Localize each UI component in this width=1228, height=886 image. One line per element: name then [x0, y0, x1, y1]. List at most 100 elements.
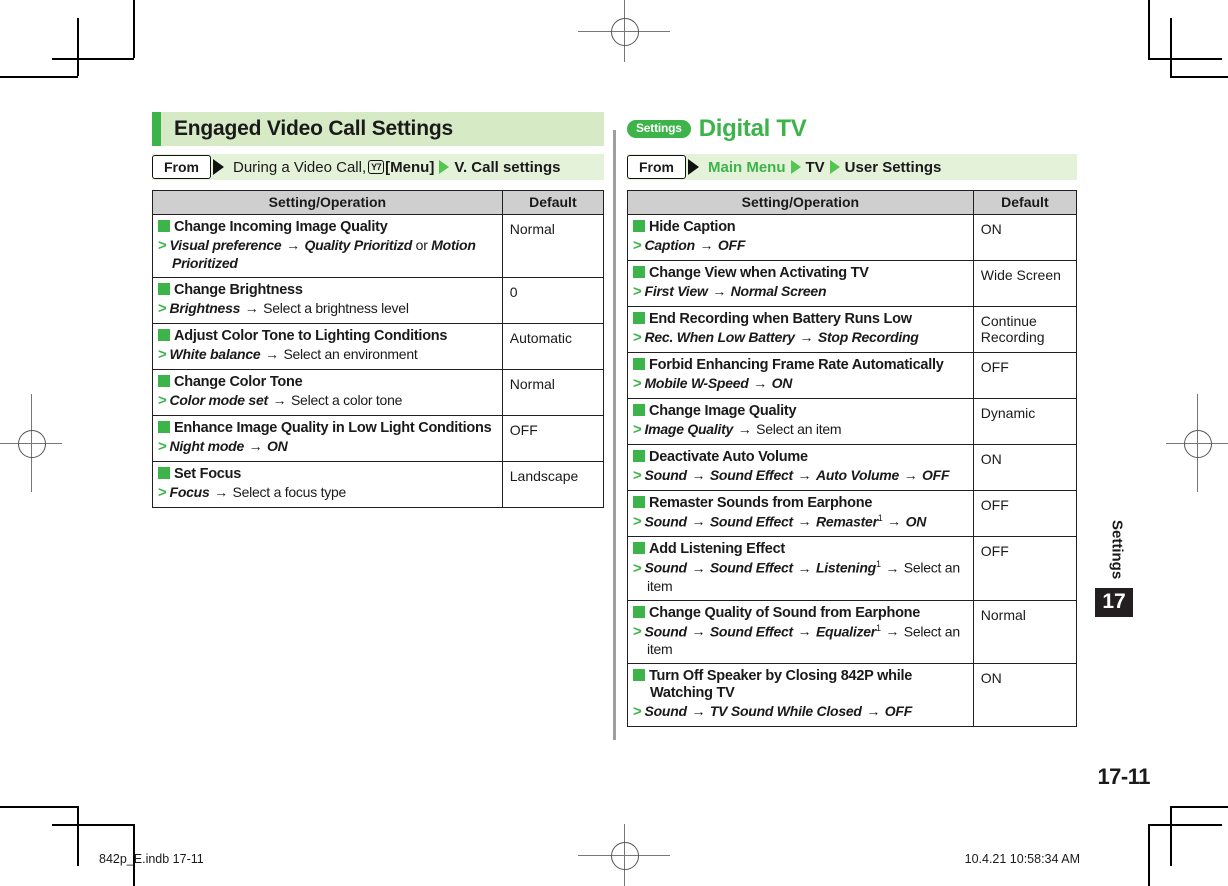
green-square-bullet-icon: [158, 466, 170, 479]
step-value: Stop Recording: [817, 328, 919, 345]
step-value: ON: [267, 437, 288, 454]
step-value: TV Sound While Closed: [709, 703, 862, 720]
operation-cell: Change Quality of Sound from Earphone > So…: [627, 599, 974, 665]
table-row: Turn Off Speaker by Closing 842P while W…: [627, 663, 1078, 728]
operation-steps: > Sound → Sound Effect → Listening1 → Sel…: [633, 559, 968, 594]
operation-steps: > White balance → Select an environment: [158, 346, 497, 364]
operation-title: Hide Caption: [633, 219, 968, 236]
step-arrow-icon: →: [687, 513, 709, 530]
breadcrumb-main-menu: Main Menu: [708, 158, 786, 176]
operation-title: Forbid Enhancing Frame Rate Automaticall…: [633, 357, 968, 374]
step-value: Night mode: [169, 437, 245, 454]
step-text: Select a color tone: [290, 391, 403, 408]
step-arrow-icon: →: [687, 623, 709, 640]
step-value: Sound: [644, 703, 688, 720]
left-from-target: V. Call settings: [454, 158, 561, 176]
step-value: Sound Effect: [709, 559, 793, 576]
operation-steps: > Color mode set → Select a color tone: [158, 392, 497, 410]
operation-title: Set Focus: [158, 466, 497, 483]
from-arrow-icon: [688, 159, 699, 175]
col-header-operation: Setting/Operation: [152, 190, 503, 215]
operation-cell: Change Brightness > Brightness → Select a …: [152, 276, 503, 324]
step-chevron-icon: >: [633, 236, 642, 254]
table-row: Deactivate Auto Volume > Sound → Sound Eff…: [627, 443, 1078, 491]
step-arrow-icon: →: [734, 420, 756, 437]
step-value: Sound Effect: [709, 513, 793, 530]
table-header-row: Setting/Operation Default: [152, 190, 605, 215]
step-arrow-icon: →: [687, 703, 709, 720]
right-from-bar: From Main Menu TV User Settings: [627, 154, 1077, 180]
default-value-cell: Automatic: [501, 322, 605, 370]
step-arrow-icon: →: [695, 236, 717, 253]
green-square-bullet-icon: [158, 220, 170, 232]
right-settings-table: Setting/Operation Default Hide Caption > C…: [627, 190, 1078, 728]
operation-title: Enhance Image Quality in Low Light Condi…: [158, 420, 497, 437]
operation-cell: Set Focus > Focus → Select a focus type: [152, 460, 503, 508]
operation-title: Change Image Quality: [633, 403, 968, 420]
column-divider: [613, 130, 616, 740]
step-chevron-icon: >: [633, 328, 642, 346]
step-value: Focus: [169, 483, 210, 500]
operation-cell: Deactivate Auto Volume > Sound → Sound Eff…: [627, 443, 974, 491]
left-column: Engaged Video Call Settings From During …: [152, 112, 605, 508]
step-value: Color mode set: [169, 391, 269, 408]
footer-file-info: 842p_E.indb 17-11: [99, 852, 204, 866]
operation-title: Deactivate Auto Volume: [633, 449, 968, 466]
step-text: Select an environment: [283, 345, 418, 362]
step-value: Normal Screen: [730, 282, 827, 299]
step-chevron-icon: >: [158, 437, 167, 455]
step-chevron-icon: >: [633, 703, 642, 721]
operation-steps: > Brightness → Select a brightness level: [158, 300, 497, 318]
operation-steps: > Caption → OFF: [633, 237, 968, 255]
step-arrow-icon: →: [793, 623, 815, 640]
operation-cell: Change Color Tone > Color mode set → Selec…: [152, 368, 503, 416]
left-from-menu-label: [Menu]: [385, 158, 435, 176]
right-from-path: Main Menu TV User Settings: [708, 154, 1077, 180]
default-value-cell: Continue Recording: [972, 305, 1078, 353]
table-row: Change Quality of Sound from Earphone > So…: [627, 599, 1078, 665]
operation-title: Adjust Color Tone to Lighting Conditions: [158, 328, 497, 345]
operation-cell: Adjust Color Tone to Lighting Conditions…: [152, 322, 503, 370]
operation-title: Turn Off Speaker by Closing 842P while W…: [633, 668, 968, 702]
operation-cell: Enhance Image Quality in Low Light Condi…: [152, 414, 503, 462]
operation-cell: End Recording when Battery Runs Low > Rec.…: [627, 305, 974, 353]
step-value: Sound Effect: [709, 466, 793, 483]
step-arrow-icon: →: [795, 328, 817, 345]
step-text: Select a focus type: [232, 483, 347, 500]
step-text: Select an item: [756, 420, 842, 437]
operation-steps: > Visual preference → Quality Prioritizd …: [158, 237, 497, 272]
green-square-bullet-icon: [633, 669, 645, 682]
step-value: Auto Volume: [815, 466, 900, 483]
operation-steps: > Image Quality → Select an item: [633, 421, 968, 439]
step-arrow-icon: →: [749, 374, 771, 391]
green-square-bullet-icon: [633, 605, 645, 618]
operation-title: Add Listening Effect: [633, 541, 968, 558]
step-value: Sound: [644, 466, 688, 483]
menu-key-icon: Y7: [368, 160, 385, 174]
operation-steps: > Night mode → ON: [158, 438, 497, 456]
operation-cell: Forbid Enhancing Frame Rate Automaticall…: [627, 351, 974, 399]
step-chevron-icon: >: [158, 345, 167, 363]
green-square-bullet-icon: [633, 220, 645, 232]
operation-title: Change Quality of Sound from Earphone: [633, 605, 968, 622]
left-from-path: During a Video Call, Y7 [Menu] V. Call set…: [233, 154, 604, 180]
default-value-cell: OFF: [501, 414, 605, 462]
step-value: OFF: [884, 703, 913, 720]
operation-cell: Change Incoming Image Quality > Visual pre…: [152, 214, 503, 278]
green-square-bullet-icon: [633, 403, 645, 416]
step-text: Select a brightness level: [263, 299, 409, 316]
table-row: Hide Caption > Caption → OFF ON: [627, 214, 1078, 261]
step-arrow-icon: →: [881, 623, 903, 640]
page-number: 17-11: [1097, 764, 1150, 789]
left-from-bar: From During a Video Call, Y7 [Menu] V. Cal…: [152, 154, 604, 180]
default-value-cell: Normal: [501, 368, 605, 416]
step-value: White balance: [169, 345, 261, 362]
operation-title: End Recording when Battery Runs Low: [633, 311, 968, 328]
chevron-right-green-icon: [439, 160, 450, 174]
green-square-bullet-icon: [158, 282, 170, 295]
operation-steps: > Mobile W-Speed → ON: [633, 375, 968, 393]
step-arrow-icon: →: [245, 437, 267, 454]
step-arrow-icon: →: [793, 559, 815, 576]
step-value: Quality Prioritizd: [304, 236, 413, 253]
step-value: OFF: [922, 466, 950, 483]
